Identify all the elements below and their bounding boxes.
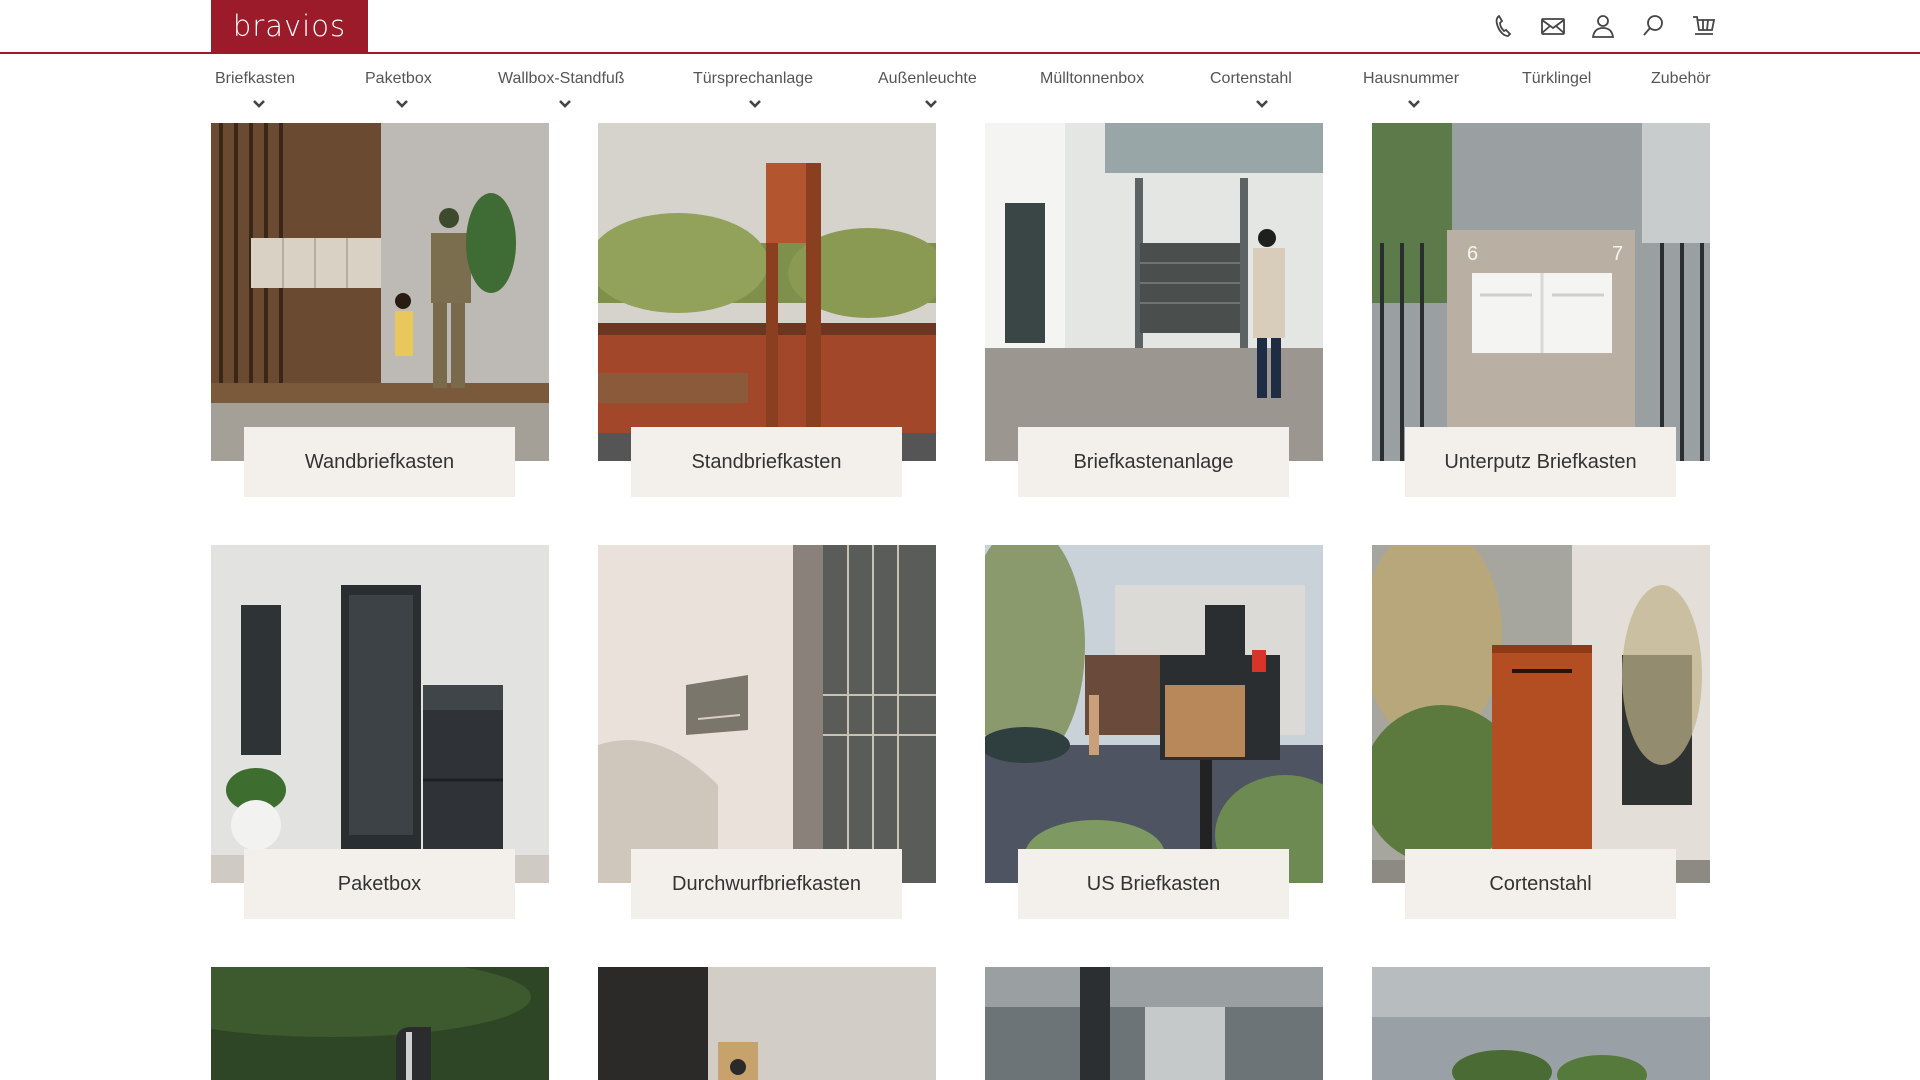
site-header: bravios (0, 0, 1920, 54)
category-label[interactable]: US Briefkasten (1018, 849, 1289, 919)
category-label[interactable]: Durchwurfbriefkasten (631, 849, 902, 919)
briefkastenanlage-image (985, 123, 1323, 461)
category-card-unterputz-briefkasten[interactable]: 6 7 Unterputz Briefkasten (1372, 123, 1710, 497)
paketbox-image (211, 545, 549, 883)
category-card-cortenstahl[interactable]: Cortenstahl (1372, 545, 1710, 919)
category-label[interactable]: Standbriefkasten (631, 427, 902, 497)
wallbox-image (211, 967, 549, 1080)
user-icon[interactable] (1578, 10, 1628, 42)
chevron-down-icon[interactable] (558, 96, 572, 108)
main-nav: Briefkasten Paketbox Wallbox-Standfuß Tü… (211, 54, 1711, 114)
category-card-row3-3[interactable] (985, 967, 1323, 1080)
nav-tuersprechanlage[interactable]: Türsprechanlage (693, 70, 813, 88)
header-icons (1478, 10, 1728, 42)
category-label[interactable]: Unterputz Briefkasten (1405, 427, 1676, 497)
nav-cortenstahl[interactable]: Cortenstahl (1210, 70, 1292, 88)
aussenleuchte-image (985, 967, 1323, 1080)
brand-logo[interactable]: bravios (211, 0, 368, 52)
svg-text:6: 6 (1467, 243, 1478, 265)
wandbriefkasten-image (211, 123, 549, 461)
category-card-wandbriefkasten[interactable]: Wandbriefkasten (211, 123, 549, 497)
svg-text:7: 7 (1612, 243, 1623, 265)
category-card-briefkastenanlage[interactable]: Briefkastenanlage (985, 123, 1323, 497)
chevron-down-icon[interactable] (748, 96, 762, 108)
chevron-down-icon[interactable] (924, 96, 938, 108)
category-card-row3-1[interactable] (211, 967, 549, 1080)
category-label[interactable]: Briefkastenanlage (1018, 427, 1289, 497)
nav-paketbox[interactable]: Paketbox (365, 70, 432, 88)
unterputz-briefkasten-image: 6 7 (1372, 123, 1710, 461)
search-icon[interactable] (1628, 10, 1678, 42)
category-card-us-briefkasten[interactable]: US Briefkasten (985, 545, 1323, 919)
category-card-paketbox[interactable]: Paketbox (211, 545, 549, 919)
nav-muelltonnenbox[interactable]: Mülltonnenbox (1040, 70, 1144, 88)
cart-icon[interactable] (1678, 10, 1728, 42)
nav-zubehoer[interactable]: Zubehör (1651, 70, 1711, 88)
phone-icon[interactable] (1478, 10, 1528, 42)
category-label[interactable]: Wandbriefkasten (244, 427, 515, 497)
us-briefkasten-image (985, 545, 1323, 883)
nav-hausnummer[interactable]: Hausnummer (1363, 70, 1459, 88)
chevron-down-icon[interactable] (1255, 96, 1269, 108)
durchwurfbriefkasten-image (598, 545, 936, 883)
cortenstahl-image (1372, 545, 1710, 883)
nav-tuerklingel[interactable]: Türklingel (1522, 70, 1591, 88)
chevron-down-icon[interactable] (252, 96, 266, 108)
category-card-durchwurfbriefkasten[interactable]: Durchwurfbriefkasten (598, 545, 936, 919)
mail-icon[interactable] (1528, 10, 1578, 42)
chevron-down-icon[interactable] (395, 96, 409, 108)
tuersprechanlage-image (598, 967, 936, 1080)
chevron-down-icon[interactable] (1407, 96, 1421, 108)
standbriefkasten-image (598, 123, 936, 461)
nav-briefkasten[interactable]: Briefkasten (215, 70, 295, 88)
nav-wallbox-standfuss[interactable]: Wallbox-Standfuß (498, 70, 625, 88)
category-label[interactable]: Cortenstahl (1405, 849, 1676, 919)
category-card-row3-2[interactable] (598, 967, 936, 1080)
category-card-standbriefkasten[interactable]: Standbriefkasten (598, 123, 936, 497)
muelltonnenbox-image (1372, 967, 1710, 1080)
category-label[interactable]: Paketbox (244, 849, 515, 919)
nav-aussenleuchte[interactable]: Außenleuchte (878, 70, 977, 88)
category-card-row3-4[interactable] (1372, 967, 1710, 1080)
